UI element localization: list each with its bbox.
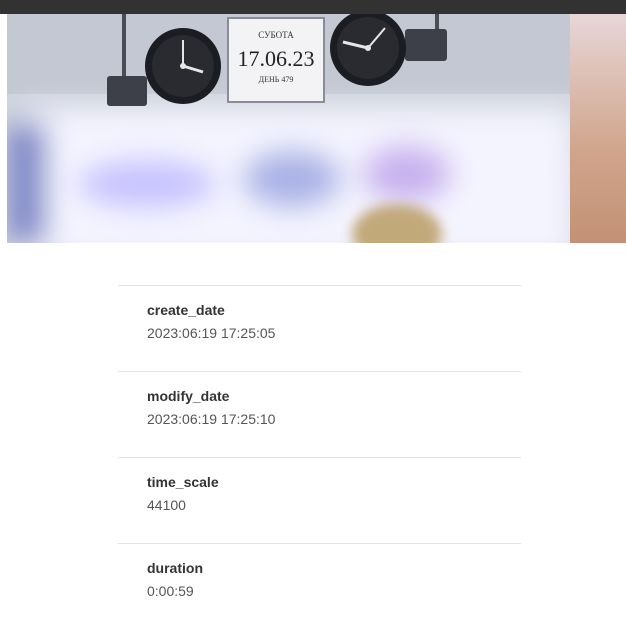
sign-day-name: СУБОТА xyxy=(258,30,294,40)
metadata-key: modify_date xyxy=(147,388,230,404)
metadata-value: 0:00:59 xyxy=(147,583,194,599)
clock-left xyxy=(145,28,221,104)
metadata-value: 44100 xyxy=(147,497,186,513)
sign-date: 17.06.23 xyxy=(238,46,315,71)
metadata-value: 2023:06:19 17:25:05 xyxy=(147,325,276,341)
metadata-row-create-date: create_date 2023:06:19 17:25:05 xyxy=(118,285,521,371)
date-sign: СУБОТА 17.06.23 ДЕНЬ 479 xyxy=(227,17,325,103)
metadata-row-duration: duration 0:00:59 xyxy=(118,543,521,629)
video-frame: СУБОТА 17.06.23 ДЕНЬ 479 xyxy=(7,14,626,243)
metadata-row-time-scale: time_scale 44100 xyxy=(118,457,521,543)
top-bar xyxy=(0,0,626,14)
video-preview[interactable]: СУБОТА 17.06.23 ДЕНЬ 479 xyxy=(7,14,626,243)
metadata-panel: create_date 2023:06:19 17:25:05 modify_d… xyxy=(118,285,521,629)
metadata-value: 2023:06:19 17:25:10 xyxy=(147,411,276,427)
metadata-key: time_scale xyxy=(147,474,219,490)
metadata-key: duration xyxy=(147,560,203,576)
metadata-row-modify-date: modify_date 2023:06:19 17:25:10 xyxy=(118,371,521,457)
sign-day-count: ДЕНЬ 479 xyxy=(259,75,294,84)
metadata-key: create_date xyxy=(147,302,225,318)
lamp-icon xyxy=(107,76,147,106)
